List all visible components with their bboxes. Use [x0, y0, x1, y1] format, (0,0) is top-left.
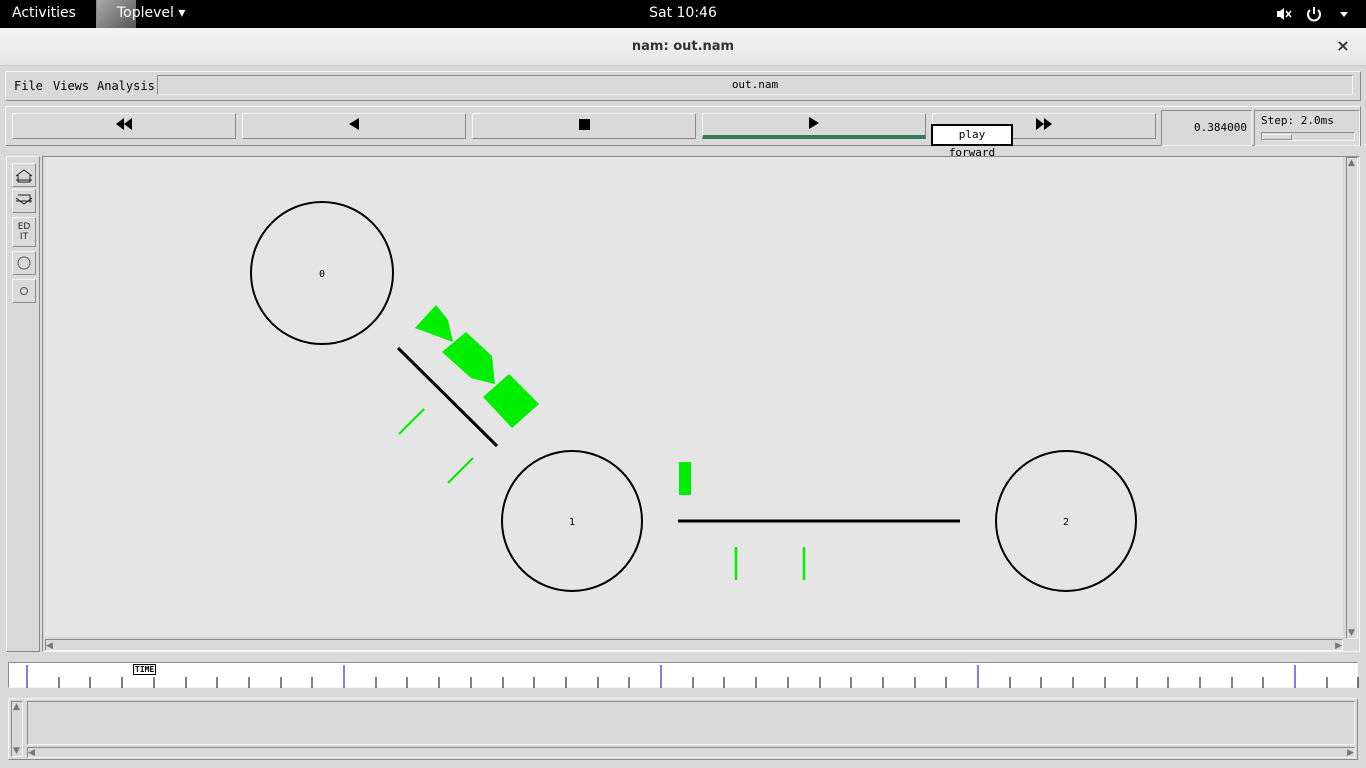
- step-slider[interactable]: [1261, 132, 1355, 141]
- play-backward-icon: [348, 118, 360, 134]
- power-icon[interactable]: [1304, 4, 1324, 24]
- annotation-horizontal-scrollbar[interactable]: ◀ ▶: [27, 747, 1355, 758]
- network-view: 0 1 2 ▲ ▼ ◀ ▶: [42, 156, 1360, 652]
- annotation-vertical-scrollbar[interactable]: ▲ ▼: [11, 701, 23, 757]
- window-title: nam: out.nam: [631, 39, 735, 54]
- clock-container: Sat 10:46: [0, 5, 1366, 21]
- menu-analysis[interactable]: Analysis: [97, 79, 155, 93]
- menu-views[interactable]: Views: [53, 79, 89, 93]
- scroll-right-icon[interactable]: ▶: [1347, 748, 1354, 758]
- tool-palette: ED IT: [6, 156, 40, 652]
- timeline-ticks: [26, 665, 1359, 688]
- scroll-left-icon[interactable]: ◀: [46, 641, 53, 651]
- menu-file[interactable]: File: [14, 79, 43, 93]
- zoom-in-icon[interactable]: [12, 163, 36, 187]
- rewind-button[interactable]: [12, 113, 236, 139]
- node-1[interactable]: 1: [501, 450, 643, 592]
- canvas-horizontal-scrollbar[interactable]: ◀ ▶: [45, 639, 1343, 651]
- step-label: Step: 2.0ms: [1261, 114, 1334, 127]
- node-0-label: 0: [319, 269, 325, 280]
- time-readout: 0.384000: [1161, 110, 1252, 146]
- small-circle-icon[interactable]: [12, 279, 36, 303]
- stop-icon: [578, 118, 590, 134]
- scroll-up-icon[interactable]: ▲: [1348, 158, 1355, 168]
- ack-packet: [447, 457, 474, 484]
- step-control: Step: 2.0ms: [1254, 110, 1360, 146]
- network-canvas[interactable]: 0 1 2: [45, 157, 1343, 637]
- packet: [415, 305, 453, 342]
- scroll-down-icon[interactable]: ▼: [13, 746, 20, 756]
- zoom-out-icon[interactable]: [12, 189, 36, 213]
- play-backward-button[interactable]: [242, 113, 466, 139]
- edit-button[interactable]: ED IT: [12, 217, 36, 247]
- filename-display: out.nam: [157, 75, 1353, 95]
- time-marker[interactable]: TIME: [133, 664, 157, 675]
- system-tray[interactable]: [1274, 4, 1354, 24]
- volume-muted-icon[interactable]: [1274, 4, 1294, 24]
- activities-button[interactable]: Activities: [12, 5, 76, 21]
- packet: [679, 462, 691, 495]
- play-forward-tooltip: play forward: [931, 124, 1013, 159]
- annotation-panel: ▲ ▼ ◀ ▶: [8, 698, 1358, 760]
- node-0[interactable]: 0: [250, 201, 394, 345]
- canvas-vertical-scrollbar[interactable]: ▲ ▼: [1346, 157, 1358, 639]
- play-forward-button[interactable]: [702, 113, 926, 139]
- timeline-slider[interactable]: TIME: [8, 662, 1359, 688]
- fast-forward-icon: [1035, 118, 1053, 134]
- gnome-top-bar: Activities Toplevel ▾ Sat 10:46: [0, 0, 1366, 28]
- annotation-list[interactable]: [27, 701, 1355, 745]
- node-2-label: 2: [1063, 517, 1069, 528]
- playback-controls: 0.384000 Step: 2.0ms: [5, 106, 1361, 146]
- step-slider-thumb[interactable]: [1262, 134, 1292, 140]
- window-titlebar: nam: out.nam ×: [0, 28, 1366, 66]
- node-2[interactable]: 2: [995, 450, 1137, 592]
- scroll-up-icon[interactable]: ▲: [13, 702, 20, 712]
- stop-button[interactable]: [472, 113, 696, 139]
- scroll-down-icon[interactable]: ▼: [1348, 628, 1355, 638]
- play-forward-icon: [808, 116, 820, 133]
- scroll-left-icon[interactable]: ◀: [28, 748, 35, 758]
- nam-main-window: File Views Analysis out.nam 0.384000 Ste…: [0, 66, 1366, 768]
- app-menu[interactable]: Toplevel ▾: [117, 5, 185, 21]
- node-1-label: 1: [569, 517, 575, 528]
- clock[interactable]: Sat 10:46: [649, 5, 717, 21]
- chevron-down-icon[interactable]: [1334, 4, 1354, 24]
- close-window-button[interactable]: ×: [1334, 37, 1352, 55]
- topology-svg: 0 1 2: [250, 201, 1137, 592]
- rewind-icon: [115, 118, 133, 134]
- ack-packet: [398, 408, 425, 435]
- scroll-right-icon[interactable]: ▶: [1335, 641, 1342, 651]
- large-circle-icon[interactable]: [12, 251, 36, 275]
